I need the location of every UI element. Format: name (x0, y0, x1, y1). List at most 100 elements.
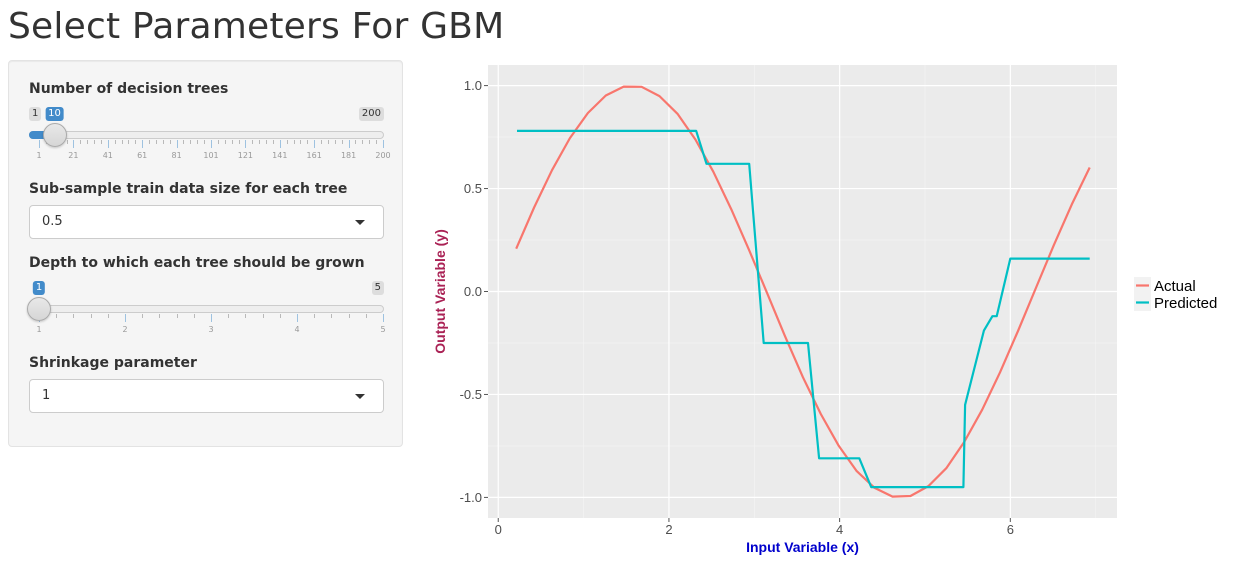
slider-tick-label: 200 (375, 151, 391, 160)
slider-minor-tick (73, 314, 75, 318)
shrinkage-label: Shrinkage parameter (29, 355, 197, 371)
slider-tick (383, 140, 384, 148)
slider-value-label: 1 (32, 281, 46, 295)
slider-minor-tick (169, 140, 171, 144)
num-trees-slider[interactable]: 1 200 10 1 21 41 61 81 101 121 141 161 181 200 (29, 103, 391, 163)
slider-minor-tick (238, 140, 240, 144)
slider-minor-tick (331, 314, 333, 318)
slider-minor-tick (90, 314, 92, 318)
slider-minor-tick (100, 140, 102, 144)
slider-handle[interactable] (27, 297, 51, 321)
slider-minor-tick (266, 140, 268, 144)
subsample-label: Sub-sample train data size for each tree (29, 181, 348, 197)
x-tick-label: 2 (665, 522, 672, 537)
slider-minor-tick (197, 140, 199, 144)
y-tick-label: -0.5 (460, 387, 482, 402)
page-title: Select Parameters For GBM (8, 6, 505, 47)
slider-minor-tick (279, 314, 281, 318)
slider-minor-tick (272, 140, 274, 144)
chevron-down-icon (355, 220, 365, 225)
slider-minor-tick (300, 140, 302, 144)
slider-tick (383, 314, 384, 322)
slider-minor-tick (155, 140, 157, 144)
slider-minor-tick (224, 140, 226, 144)
y-tick-label: 0.5 (464, 181, 482, 196)
slider-tick-label: 181 (340, 151, 357, 160)
slider-minor-tick (193, 314, 195, 318)
slider-tick-label: 3 (208, 325, 214, 334)
slider-tick (142, 140, 144, 148)
x-tick-label: 0 (495, 522, 502, 537)
slider-tick-label: 2 (122, 325, 128, 334)
shrinkage-select[interactable]: 1 (29, 379, 384, 413)
slider-tick (211, 314, 212, 322)
slider-minor-tick (183, 140, 185, 144)
slider-minor-tick (94, 140, 96, 144)
slider-tick (279, 140, 281, 148)
slider-minor-tick (286, 140, 288, 144)
slider-tick-label: 61 (137, 151, 148, 160)
slider-minor-tick (162, 140, 164, 144)
slider-min-label: 1 (29, 107, 42, 121)
slider-minor-tick (321, 140, 323, 144)
slider-minor-tick (341, 140, 343, 144)
slider-tick-label: 4 (294, 325, 300, 334)
slider-minor-tick (348, 314, 350, 318)
sidebar-panel: Number of decision trees 1 200 10 1 21 41 6… (8, 60, 403, 447)
slider-tick-label: 121 (237, 151, 254, 160)
subsample-select[interactable]: 0.5 (29, 205, 384, 239)
slider-tick-label: 161 (306, 151, 322, 160)
slider-minor-tick (355, 140, 357, 144)
slider-ticks: 1 2 3 4 5 (29, 314, 386, 334)
shrinkage-value: 1 (42, 388, 51, 403)
slider-tick-label: 101 (203, 151, 219, 160)
slider-minor-tick (259, 140, 261, 144)
slider-minor-tick (128, 140, 130, 144)
slider-max-label: 200 (358, 107, 384, 121)
slider-max-label: 5 (371, 281, 384, 295)
slider-track[interactable] (29, 131, 384, 139)
y-axis-label: Output Variable (y) (432, 229, 448, 353)
slider-minor-tick (80, 140, 82, 144)
slider-tick (125, 314, 126, 322)
y-tick-label: 0.0 (464, 284, 482, 299)
slider-tick-label: 1 (36, 151, 42, 160)
chart-legend: ActualPredicted (1134, 277, 1217, 312)
slider-tick-label: 41 (102, 151, 113, 160)
slider-minor-tick (107, 314, 109, 318)
slider-minor-tick (314, 314, 316, 318)
slider-minor-tick (231, 140, 233, 144)
slider-minor-tick (252, 140, 254, 144)
slider-tick (245, 140, 247, 148)
slider-minor-tick (66, 140, 68, 144)
gbm-prediction-chart: 0 2 4 6 1.0 0.5 0.0 -0.5 -1.0 Input Variable (x)… (432, 65, 1217, 555)
slider-minor-tick (87, 140, 89, 144)
slider-handle[interactable] (42, 123, 67, 147)
y-tick-label: 1.0 (464, 78, 482, 93)
slider-minor-tick (293, 140, 295, 144)
slider-minor-tick (369, 140, 371, 144)
slider-minor-tick (365, 314, 367, 318)
slider-tick (348, 140, 350, 148)
slider-track[interactable] (29, 305, 384, 313)
slider-tick (107, 140, 109, 148)
slider-tick-label: 81 (171, 151, 182, 160)
slider-tick (176, 140, 178, 148)
slider-minor-tick (245, 314, 247, 318)
depth-slider[interactable]: 5 1 1 2 3 4 5 (27, 277, 386, 337)
slider-minor-tick (362, 140, 364, 144)
legend-label: Actual (1154, 278, 1196, 295)
slider-tick (73, 140, 75, 148)
slider-minor-tick (334, 140, 336, 144)
slider-tick-label: 5 (380, 325, 386, 334)
x-tick-label: 6 (1007, 522, 1014, 537)
subsample-value: 0.5 (42, 214, 63, 229)
legend-label: Predicted (1154, 295, 1217, 312)
slider-minor-tick (176, 314, 178, 318)
slider-minor-tick (135, 140, 137, 144)
slider-minor-tick (327, 140, 329, 144)
slider-tick (297, 314, 298, 322)
slider-tick (211, 140, 212, 148)
slider-minor-tick (190, 140, 192, 144)
slider-minor-tick (121, 140, 123, 144)
